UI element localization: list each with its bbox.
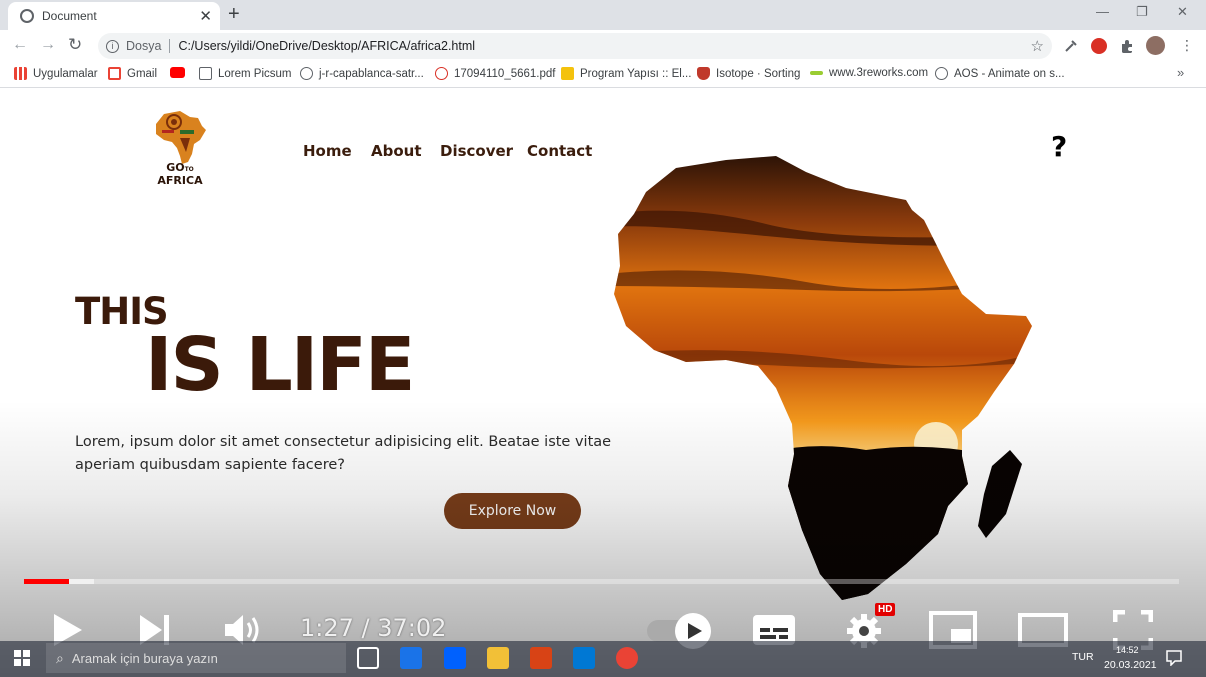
pdf-icon (435, 67, 448, 80)
nav-contact[interactable]: Contact (527, 142, 592, 160)
back-icon[interactable]: ← (12, 36, 28, 54)
nav-about[interactable]: About (371, 142, 422, 160)
profile-avatar[interactable] (1146, 36, 1165, 55)
nav-home[interactable]: Home (303, 142, 352, 160)
eyedropper-icon[interactable] (1063, 38, 1079, 54)
logo-text: GOTO AFRICA (157, 161, 203, 187)
bookmark-item[interactable]: j-r-capablanca-satr... (300, 67, 424, 80)
taskbar-search-placeholder: Aramak için buraya yazın (71, 650, 218, 666)
gmail-icon (108, 67, 121, 80)
bookmark-star-icon[interactable]: ☆ (1031, 37, 1044, 55)
forward-icon[interactable]: → (40, 36, 56, 54)
bookmark-item[interactable] (170, 67, 191, 78)
info-icon[interactable]: i (106, 39, 119, 53)
bookmark-item[interactable]: Uygulamalar (14, 67, 98, 80)
bookmark-item[interactable]: www.3reworks.com (810, 67, 928, 79)
bookmark-item[interactable]: 17094110_5661.pdf (435, 67, 555, 80)
3reworks-icon (810, 71, 823, 75)
help-icon[interactable]: ? (1051, 130, 1067, 163)
new-tab-button[interactable]: + (228, 3, 240, 26)
progress-bar[interactable] (24, 579, 1179, 584)
chrome-icon[interactable] (616, 647, 638, 669)
bookmark-item[interactable]: Gmail (108, 67, 157, 80)
globe-icon (20, 9, 34, 23)
address-scheme: Dosya (126, 39, 162, 53)
bookmark-item[interactable]: AOS - Animate on s... (935, 67, 1065, 80)
address-bar[interactable]: i Dosya C:/Users/yildi/OneDrive/Desktop/… (98, 33, 1052, 59)
nav-discover[interactable]: Discover (440, 142, 513, 160)
hd-badge: HD (875, 603, 896, 616)
africa-sunset-image (614, 156, 1032, 600)
windows-start-icon[interactable] (14, 650, 30, 666)
address-url: C:/Users/yildi/OneDrive/Desktop/AFRICA/a… (178, 39, 476, 53)
close-window-button[interactable]: ✕ (1177, 4, 1188, 20)
file-explorer-icon[interactable] (487, 647, 509, 669)
menu-kebab-icon[interactable]: ⋮ (1180, 37, 1194, 54)
hero-title-line2: IS LIFE (145, 322, 415, 408)
video-time: 1:27 / 37:02 (300, 614, 447, 642)
puzzle-icon[interactable] (1119, 38, 1135, 54)
notifications-icon[interactable] (1166, 650, 1182, 666)
task-view-icon[interactable] (357, 647, 379, 669)
explore-now-button[interactable]: Explore Now (444, 493, 581, 529)
browser-tab[interactable]: Document ✕ (8, 2, 220, 30)
vscode-icon[interactable] (573, 647, 595, 669)
close-tab-icon[interactable]: ✕ (199, 7, 212, 25)
progress-played (24, 579, 70, 584)
clock-time: 14:52 (1116, 645, 1139, 655)
search-icon: ⌕ (56, 649, 64, 666)
dropbox-icon[interactable] (444, 647, 466, 669)
language-indicator[interactable]: TUR (1072, 651, 1094, 663)
isotope-icon (697, 67, 710, 80)
address-divider (169, 39, 171, 53)
mail-icon[interactable] (400, 647, 422, 669)
globe-icon (300, 67, 313, 80)
bookmark-item[interactable]: Lorem Picsum (199, 67, 292, 80)
app-icon[interactable] (530, 647, 552, 669)
apps-grid-icon (14, 67, 27, 80)
web-page: GOTO AFRICA Home About Discover Contact … (2, 90, 1202, 677)
reload-icon[interactable]: ↻ (68, 35, 82, 55)
extension-icon[interactable] (1091, 38, 1107, 54)
clock-date: 20.03.2021 (1104, 659, 1157, 671)
globe-icon (935, 67, 948, 80)
bookmarks-overflow-button[interactable]: » (1177, 65, 1184, 80)
tab-title: Document (42, 9, 97, 23)
minimize-button[interactable]: — (1096, 4, 1109, 19)
restore-button[interactable]: ❐ (1136, 4, 1148, 20)
bookmark-item[interactable]: Program Yapısı :: El... (561, 67, 691, 80)
image-icon (199, 67, 212, 80)
taskbar-search[interactable]: ⌕ Aramak için buraya yazın (46, 643, 346, 673)
bookmark-item[interactable]: Isotope · Sorting (697, 67, 800, 80)
ejs-icon (561, 67, 574, 80)
youtube-icon (170, 67, 185, 78)
hero-description: Lorem, ipsum dolor sit amet consectetur … (75, 434, 612, 473)
